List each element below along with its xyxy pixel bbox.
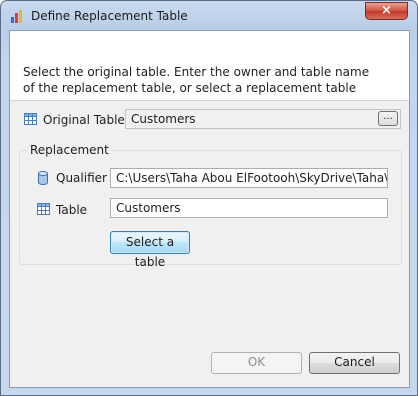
- close-button[interactable]: ×: [365, 2, 408, 20]
- table-label: Table: [56, 203, 88, 217]
- database-icon: [38, 171, 48, 185]
- browse-button[interactable]: ...: [378, 111, 398, 126]
- instruction-banner: Select the original table. Enter the own…: [10, 31, 409, 101]
- qualifier-input[interactable]: C:\Users\Taha Abou ElFootooh\SkyDrive\Ta…: [110, 168, 388, 188]
- original-table-label: Original Table: [43, 113, 125, 127]
- select-table-button[interactable]: Select a table: [110, 231, 190, 269]
- replacement-table-input[interactable]: Customers: [110, 198, 388, 218]
- table-icon: [37, 203, 50, 215]
- qualifier-label: Qualifier: [56, 171, 107, 185]
- original-table-field[interactable]: Customers: [125, 109, 401, 129]
- crystal-reports-icon: [11, 10, 22, 23]
- instruction-line-2: of the replacement table, or select a re…: [23, 81, 357, 95]
- title-bar[interactable]: Define Replacement Table ×: [1, 1, 417, 31]
- dialog-client-area: Select the original table. Enter the own…: [9, 30, 410, 388]
- dialog-window: Define Replacement Table × Select the or…: [0, 0, 418, 396]
- window-title: Define Replacement Table: [31, 9, 188, 23]
- ok-button[interactable]: OK: [211, 352, 302, 374]
- replacement-group-title: Replacement: [28, 143, 111, 157]
- table-icon: [24, 113, 37, 125]
- close-icon: ×: [381, 3, 392, 18]
- instruction-line-1: Select the original table. Enter the own…: [23, 65, 370, 79]
- cancel-button[interactable]: Cancel: [309, 352, 400, 374]
